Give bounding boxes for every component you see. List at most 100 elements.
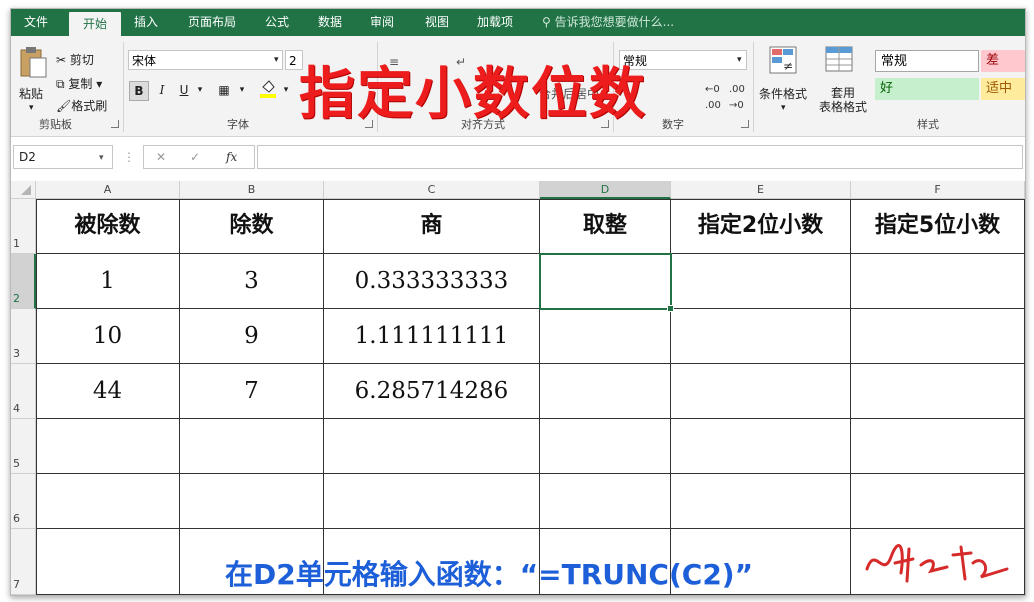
formula-bar: D2 ▾ ⋮ ✕ ✓ fx bbox=[11, 137, 1025, 177]
active-cell-selection[interactable] bbox=[539, 253, 672, 310]
insert-function-icon[interactable]: fx bbox=[226, 149, 237, 165]
table-cell[interactable]: 9 bbox=[180, 309, 324, 364]
italic-button[interactable]: I bbox=[153, 81, 171, 99]
table-cell[interactable]: 1 bbox=[36, 254, 180, 309]
tab-insert[interactable]: 插入 bbox=[125, 9, 167, 36]
table-header-cell[interactable]: 商 bbox=[324, 199, 540, 254]
tab-file[interactable]: 文件 bbox=[11, 9, 61, 36]
row-header-1[interactable]: 1 bbox=[11, 199, 36, 254]
table-cell[interactable] bbox=[180, 474, 324, 529]
formula-buttons: ✕ ✓ fx bbox=[143, 145, 255, 169]
tab-view[interactable]: 视图 bbox=[416, 9, 458, 36]
table-cell[interactable] bbox=[851, 419, 1025, 474]
table-cell[interactable]: 0.333333333 bbox=[324, 254, 540, 309]
chevron-down-icon[interactable]: ▾ bbox=[277, 81, 295, 99]
row-header-2[interactable]: 2 bbox=[11, 254, 36, 309]
conditional-formatting-icon: ≠ bbox=[769, 46, 797, 74]
clipboard-launcher-icon[interactable] bbox=[111, 120, 119, 128]
chevron-down-icon[interactable]: ▾ bbox=[233, 81, 251, 99]
table-cell[interactable] bbox=[180, 419, 324, 474]
table-cell[interactable] bbox=[851, 474, 1025, 529]
column-header-a[interactable]: A bbox=[36, 181, 180, 199]
table-cell[interactable] bbox=[851, 309, 1025, 364]
table-cell[interactable] bbox=[671, 419, 851, 474]
table-header-cell[interactable]: 被除数 bbox=[36, 199, 180, 254]
row-header-4[interactable]: 4 bbox=[11, 364, 36, 419]
table-header-cell[interactable]: 取整 bbox=[540, 199, 671, 254]
cell-style-good[interactable]: 好 bbox=[875, 78, 979, 100]
column-header-f[interactable]: F bbox=[851, 181, 1025, 199]
table-cell[interactable]: 44 bbox=[36, 364, 180, 419]
table-cell[interactable] bbox=[671, 254, 851, 309]
table-cell[interactable] bbox=[36, 419, 180, 474]
styles-group-label: 样式 bbox=[917, 118, 939, 131]
column-header-b[interactable]: B bbox=[180, 181, 324, 199]
tell-me-box[interactable]: ⚲ 告诉我您想要做什么... bbox=[542, 9, 674, 36]
table-cell[interactable]: 6.285714286 bbox=[324, 364, 540, 419]
tab-formulas[interactable]: 公式 bbox=[256, 9, 298, 36]
table-cell[interactable] bbox=[540, 474, 671, 529]
name-box[interactable]: D2 bbox=[13, 145, 113, 169]
font-name-select[interactable]: 宋体 bbox=[128, 50, 283, 70]
table-cell[interactable]: 1.111111111 bbox=[324, 309, 540, 364]
select-all-button[interactable] bbox=[11, 181, 36, 199]
enter-icon[interactable]: ✓ bbox=[190, 149, 200, 165]
table-cell[interactable]: 10 bbox=[36, 309, 180, 364]
column-header-d[interactable]: D bbox=[540, 181, 671, 199]
tab-home[interactable]: 开始 bbox=[69, 12, 121, 36]
paste-button[interactable]: 粘贴 ▾ bbox=[15, 44, 51, 114]
tab-page-layout[interactable]: 页面布局 bbox=[181, 9, 243, 36]
decrease-decimal-icon[interactable]: .00 →0 bbox=[729, 82, 745, 114]
borders-icon[interactable]: ▦ bbox=[215, 81, 233, 99]
column-header-e[interactable]: E bbox=[671, 181, 851, 199]
table-header-cell[interactable]: 除数 bbox=[180, 199, 324, 254]
conditional-formatting-button[interactable]: ≠ 条件格式 ▾ bbox=[757, 44, 811, 114]
table-cell[interactable] bbox=[671, 309, 851, 364]
fill-color-icon[interactable] bbox=[259, 79, 277, 98]
table-cell[interactable] bbox=[36, 474, 180, 529]
table-cell[interactable] bbox=[851, 254, 1025, 309]
format-painter-button[interactable]: 🖌格式刷 bbox=[56, 98, 107, 114]
bold-button[interactable]: B bbox=[129, 81, 149, 101]
table-cell[interactable] bbox=[671, 364, 851, 419]
increase-decimal-icon[interactable]: ←0.00 bbox=[705, 82, 721, 114]
formula-input[interactable] bbox=[257, 145, 1023, 169]
cell-style-normal[interactable]: 常规 bbox=[875, 50, 979, 72]
cancel-icon[interactable]: ✕ bbox=[156, 149, 166, 165]
chevron-down-icon[interactable]: ▾ bbox=[99, 150, 104, 166]
column-header-c[interactable]: C bbox=[324, 181, 540, 199]
table-cell[interactable] bbox=[671, 474, 851, 529]
chevron-down-icon: ▾ bbox=[737, 55, 742, 65]
table-header-cell[interactable]: 指定5位小数 bbox=[851, 199, 1025, 254]
table-header-cell[interactable]: 指定2位小数 bbox=[671, 199, 851, 254]
table-cell[interactable] bbox=[540, 419, 671, 474]
scissors-icon: ✂ bbox=[56, 53, 67, 67]
table-cell[interactable] bbox=[851, 364, 1025, 419]
row-header-5[interactable]: 5 bbox=[11, 419, 36, 474]
table-cell[interactable] bbox=[540, 309, 671, 364]
table-cell[interactable]: 3 bbox=[180, 254, 324, 309]
tab-data[interactable]: 数据 bbox=[309, 9, 351, 36]
row-header-7[interactable]: 7 bbox=[11, 529, 36, 595]
row-header-3[interactable]: 3 bbox=[11, 309, 36, 364]
signature-logo bbox=[865, 544, 1009, 583]
cell-style-bad[interactable]: 差 bbox=[981, 50, 1025, 72]
number-group-label: 数字 bbox=[662, 118, 684, 131]
tab-addins[interactable]: 加载项 bbox=[469, 9, 521, 36]
fill-handle[interactable] bbox=[667, 305, 674, 312]
table-cell[interactable] bbox=[540, 364, 671, 419]
number-launcher-icon[interactable] bbox=[741, 120, 749, 128]
table-cell[interactable]: 7 bbox=[180, 364, 324, 419]
table-cell[interactable] bbox=[324, 474, 540, 529]
row-header-6[interactable]: 6 bbox=[11, 474, 36, 529]
paintbrush-icon: 🖌 bbox=[56, 99, 72, 113]
copy-button[interactable]: ⧉ 复制 ▾ bbox=[56, 76, 102, 92]
tab-review[interactable]: 审阅 bbox=[361, 9, 403, 36]
more-options-icon[interactable]: ⋮ bbox=[123, 149, 135, 165]
table-cell[interactable] bbox=[324, 419, 540, 474]
cut-button[interactable]: ✂ 剪切 bbox=[56, 52, 94, 68]
cell-style-neutral[interactable]: 适中 bbox=[981, 78, 1025, 100]
format-as-table-button[interactable]: 套用 表格格式 bbox=[811, 44, 869, 114]
chevron-down-icon[interactable]: ▾ bbox=[191, 81, 209, 99]
table-cell[interactable] bbox=[36, 529, 180, 595]
